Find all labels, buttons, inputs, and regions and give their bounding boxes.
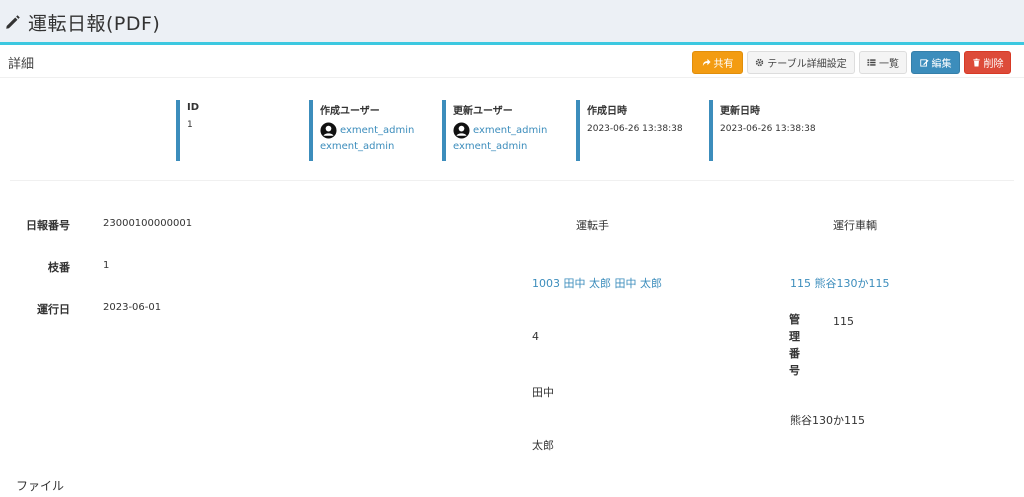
page-title: 運転日報(PDF) xyxy=(28,12,161,35)
branch-label: 枝番 xyxy=(48,261,70,274)
updated-by-user-link[interactable]: exment_admin xyxy=(473,125,547,136)
meta-id: ID 1 xyxy=(176,100,296,161)
vehicle-plate: 熊谷130か115 xyxy=(790,414,865,427)
report-no-label: 日報番号 xyxy=(26,219,70,232)
file-label: ファイル xyxy=(16,479,65,493)
meta-created-at: 作成日時 2023-06-26 13:38:38 xyxy=(576,100,701,161)
edit-label: 編集 xyxy=(931,59,952,70)
pencil-icon xyxy=(6,15,20,29)
divider xyxy=(10,180,1014,181)
vehicle-heading: 運行車輌 xyxy=(833,219,877,232)
meta-updated-by-label: 更新ユーザー xyxy=(453,106,513,117)
meta-updated-by: 更新ユーザー exment_admin exment_admin xyxy=(442,100,567,161)
edit-icon xyxy=(919,59,929,67)
meta-created-by-user: exment_admin xyxy=(320,122,434,139)
meta-id-value: 1 xyxy=(187,120,193,130)
user-avatar-icon xyxy=(320,122,337,139)
table-settings-label: テーブル詳細設定 xyxy=(767,59,847,70)
user-avatar-icon xyxy=(453,122,470,139)
page-header: 運転日報(PDF) xyxy=(0,0,1024,44)
share-icon xyxy=(702,58,711,67)
report-no-value: 23000100000001 xyxy=(103,218,193,229)
trash-icon xyxy=(972,58,980,67)
meta-updated-at-value: 2023-06-26 13:38:38 xyxy=(720,124,816,134)
vehicle-mgmt-label: 管理番号 xyxy=(789,313,800,377)
meta-id-label: ID xyxy=(187,102,200,113)
meta-updated-at: 更新日時 2023-06-26 13:38:38 xyxy=(709,100,834,161)
driver-heading: 運転手 xyxy=(576,219,609,232)
delete-label: 削除 xyxy=(983,59,1004,70)
created-by-user-link[interactable]: exment_admin xyxy=(340,125,414,136)
meta-created-at-label: 作成日時 xyxy=(587,106,627,117)
vehicle-mgmt-value: 115 xyxy=(833,315,854,328)
delete-button[interactable]: 削除 xyxy=(964,51,1011,74)
gear-icon xyxy=(756,58,764,67)
meta-created-by: 作成ユーザー exment_admin exment_admin xyxy=(309,100,434,161)
vehicle-link[interactable]: 115 熊谷130か115 xyxy=(790,275,889,291)
table-settings-button[interactable]: テーブル詳細設定 xyxy=(747,51,855,74)
list-icon xyxy=(867,59,876,66)
driver-last-name: 田中 xyxy=(532,386,554,399)
updated-by-user-sub[interactable]: exment_admin xyxy=(453,141,567,152)
run-date-value: 2023-06-01 xyxy=(103,302,162,313)
branch-value: 1 xyxy=(103,260,110,271)
meta-updated-by-user: exment_admin xyxy=(453,122,567,139)
edit-button[interactable]: 編集 xyxy=(911,51,960,74)
share-label: 共有 xyxy=(713,59,734,70)
driver-link[interactable]: 1003 田中 太郎 田中 太郎 xyxy=(532,275,662,291)
created-by-user-sub[interactable]: exment_admin xyxy=(320,141,434,152)
run-date-label: 運行日 xyxy=(37,303,70,316)
driver-first-name: 太郎 xyxy=(532,439,554,452)
driver-code: 4 xyxy=(532,330,539,343)
meta-updated-at-label: 更新日時 xyxy=(720,106,760,117)
detail-box: 詳細 共有 テーブル詳細設定 一覧 編集 削除 ID 1 作成ユーザー exme… xyxy=(0,42,1024,497)
share-button[interactable]: 共有 xyxy=(692,51,743,74)
box-title: 詳細 xyxy=(8,57,35,72)
list-label: 一覧 xyxy=(879,59,899,70)
meta-created-at-value: 2023-06-26 13:38:38 xyxy=(587,124,683,134)
list-button[interactable]: 一覧 xyxy=(859,51,907,74)
box-header: 詳細 共有 テーブル詳細設定 一覧 編集 削除 xyxy=(0,45,1024,78)
meta-created-by-label: 作成ユーザー xyxy=(320,106,380,117)
